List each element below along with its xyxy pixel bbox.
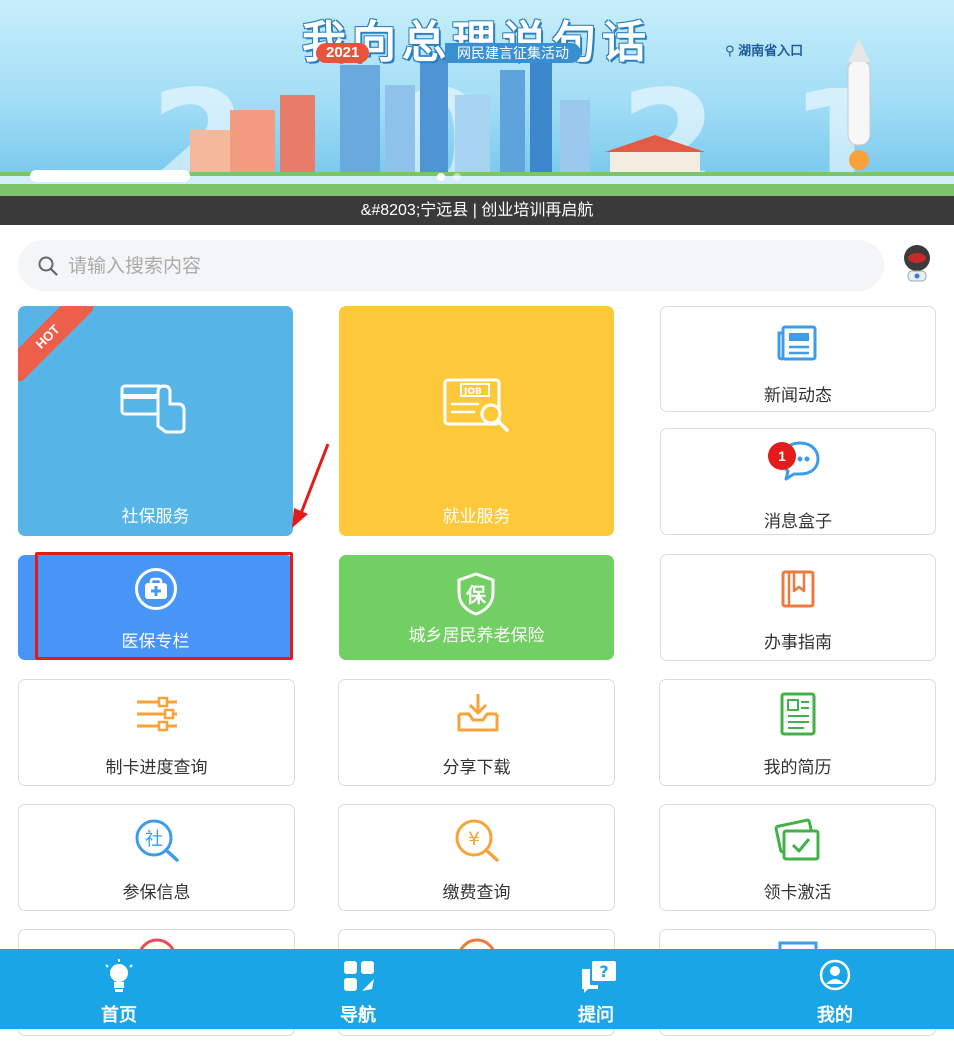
banner-location[interactable]: ⚲ 湖南省入口: [725, 40, 803, 59]
location-pin-icon: ⚲: [725, 43, 735, 58]
nav-navigation[interactable]: 导航: [298, 949, 418, 1029]
tile-pension-insurance[interactable]: 保 城乡居民养老保险: [339, 555, 614, 660]
download-tray-icon: [457, 694, 499, 732]
tile-share-download[interactable]: 分享下载: [338, 679, 615, 786]
banner-year: 2021: [316, 43, 370, 63]
newspaper-icon: [777, 325, 817, 361]
carousel-dot-2[interactable]: [453, 173, 461, 181]
hot-label: HOT: [18, 306, 93, 381]
nav-home[interactable]: 首页: [59, 949, 179, 1029]
tile-label: 社保服务: [121, 507, 190, 526]
svg-text:¥: ¥: [468, 828, 480, 850]
nav-mine-label: 我的: [817, 1005, 853, 1025]
svg-text:?: ?: [599, 962, 608, 981]
tile-label: 消息盒子: [764, 512, 832, 531]
svg-text:社: 社: [145, 829, 163, 850]
tile-label: 分享下载: [442, 758, 511, 777]
tile-label: 制卡进度查询: [105, 758, 208, 777]
lightbulb-icon: [105, 959, 133, 992]
progress-list-icon: [137, 696, 177, 732]
banner-subtitle: 网民建言征集活动: [445, 43, 581, 63]
tile-label: 参保信息: [122, 883, 191, 902]
tile-insured-info[interactable]: 社 参保信息: [18, 804, 295, 911]
nav-navigation-label: 导航: [340, 1005, 376, 1025]
card-check-icon: [774, 818, 820, 861]
search-input[interactable]: [66, 248, 850, 286]
svg-text:保: 保: [465, 583, 487, 607]
social-search-icon: 社: [135, 819, 179, 862]
tile-card-activation[interactable]: 领卡激活: [659, 804, 936, 911]
highlight-box: [35, 552, 293, 660]
yuan-search-icon: ¥: [455, 819, 499, 862]
tile-label: 我的简历: [763, 758, 832, 777]
shield-icon: 保: [457, 572, 495, 616]
search-icon: [38, 256, 58, 276]
user-profile-icon: [819, 959, 851, 991]
job-search-icon: JOB: [443, 378, 509, 432]
tile-label: 就业服务: [442, 507, 511, 526]
banner-location-label: 湖南省入口: [738, 43, 804, 58]
tile-label: 缴费查询: [442, 883, 511, 902]
carousel-dot-1[interactable]: [437, 173, 445, 181]
card-tap-icon: [120, 384, 186, 434]
banner-carousel[interactable]: 2 0 2 1 我向总理说句话 2021 网民建言征集活动 ⚲ 湖南省入口: [0, 0, 954, 196]
resume-document-icon: [780, 692, 816, 736]
tile-news[interactable]: 新闻动态: [660, 306, 936, 412]
svg-text:JOB: JOB: [463, 387, 482, 397]
tile-payment-query[interactable]: ¥ 缴费查询: [338, 804, 615, 911]
tile-card-progress[interactable]: 制卡进度查询: [18, 679, 295, 786]
nav-home-label: 首页: [101, 1005, 137, 1025]
grid-apps-icon: [344, 961, 374, 991]
hot-ribbon: HOT: [18, 306, 93, 381]
nav-ask[interactable]: ? 提问: [536, 949, 656, 1029]
bookmark-book-icon: [781, 570, 815, 608]
news-ticker[interactable]: &#8203;宁远县 | 创业培训再启航: [0, 196, 954, 225]
unread-badge: 1: [768, 442, 796, 470]
nav-ask-label: 提问: [578, 1005, 614, 1025]
tile-my-resume[interactable]: 我的简历: [659, 679, 936, 786]
tile-message-box[interactable]: 1 消息盒子: [660, 428, 936, 535]
annotation-arrow-icon: [292, 443, 330, 528]
tile-service-guide[interactable]: 办事指南: [660, 554, 936, 661]
tile-label: 办事指南: [764, 633, 832, 652]
nav-mine[interactable]: 我的: [775, 949, 895, 1029]
tile-employment[interactable]: JOB 就业服务: [339, 306, 614, 536]
robot-assistant-icon[interactable]: [900, 244, 934, 284]
tile-label: 城乡居民养老保险: [408, 626, 545, 645]
tile-label: 新闻动态: [764, 386, 832, 405]
question-chat-icon: ?: [582, 961, 616, 993]
carousel-indicator[interactable]: [437, 168, 469, 186]
tile-label: 领卡激活: [763, 883, 832, 902]
